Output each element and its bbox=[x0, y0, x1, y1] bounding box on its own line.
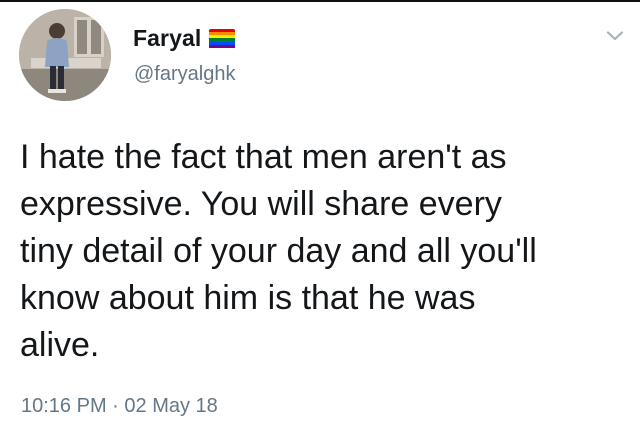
tweet-date: 02 May 18 bbox=[124, 395, 218, 417]
tweet-text-line: I hate the fact that men aren't as bbox=[20, 138, 507, 176]
avatar[interactable] bbox=[19, 9, 111, 101]
tweet-text-line: know about him is that he was bbox=[20, 279, 476, 317]
author-row: Faryal bbox=[133, 23, 236, 53]
top-divider bbox=[0, 0, 640, 2]
author-handle[interactable]: @faryalghk bbox=[134, 63, 235, 86]
author-name[interactable]: Faryal bbox=[133, 25, 201, 52]
pride-flag-stripe bbox=[209, 45, 236, 49]
tweet-text-line: alive. bbox=[20, 326, 100, 364]
tweet-text-line: expressive. You will share every bbox=[20, 185, 502, 223]
tweet-time: 10:16 PM bbox=[21, 395, 107, 417]
tweet-text: I hate the fact that men aren't as expre… bbox=[20, 134, 630, 369]
chevron-down-icon[interactable] bbox=[603, 24, 627, 48]
tweet-timestamp[interactable]: 10:16 PM · 02 May 18 bbox=[21, 395, 218, 418]
timestamp-separator: · bbox=[112, 395, 119, 417]
tweet-text-line: tiny detail of your day and all you'll bbox=[20, 232, 537, 270]
pride-flag-icon bbox=[209, 28, 236, 49]
avatar-photo bbox=[19, 9, 111, 101]
